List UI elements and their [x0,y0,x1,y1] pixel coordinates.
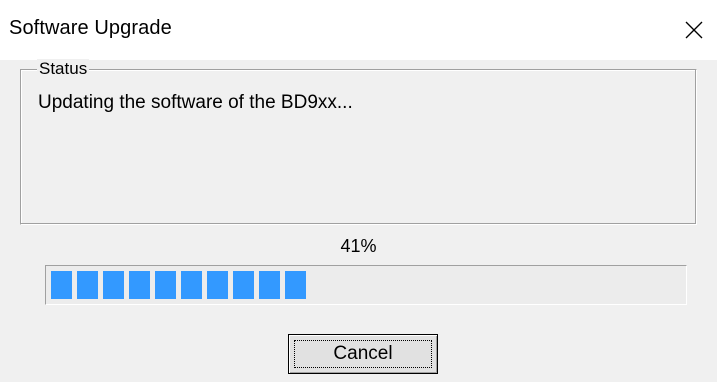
cancel-button-label: Cancel [333,343,393,364]
progress-segment [207,271,228,299]
progress-segment [51,271,72,299]
status-groupbox: Status Updating the software of the BD9x… [20,59,697,225]
status-group-label: Status [37,59,90,79]
progress-segment [155,271,176,299]
progress-segment [285,271,306,299]
cancel-button[interactable]: Cancel [288,334,438,374]
progress-fill [51,271,306,299]
close-icon [685,21,703,39]
software-upgrade-dialog: Software Upgrade Status Updating the sof… [0,0,717,382]
progress-segment [103,271,124,299]
dialog-title: Software Upgrade [9,17,172,39]
progress-bar [45,265,687,305]
progress-percent: 41% [340,236,377,256]
progress-segment [181,271,202,299]
progress-segment [77,271,98,299]
status-message: Updating the software of the BD9xx... [38,92,353,113]
progress-segment [129,271,150,299]
dialog-body: Status Updating the software of the BD9x… [0,59,717,382]
close-button[interactable] [671,0,717,60]
progress-segment [259,271,280,299]
progress-segment [233,271,254,299]
title-bar: Software Upgrade [0,0,717,60]
progress-track [48,268,684,302]
